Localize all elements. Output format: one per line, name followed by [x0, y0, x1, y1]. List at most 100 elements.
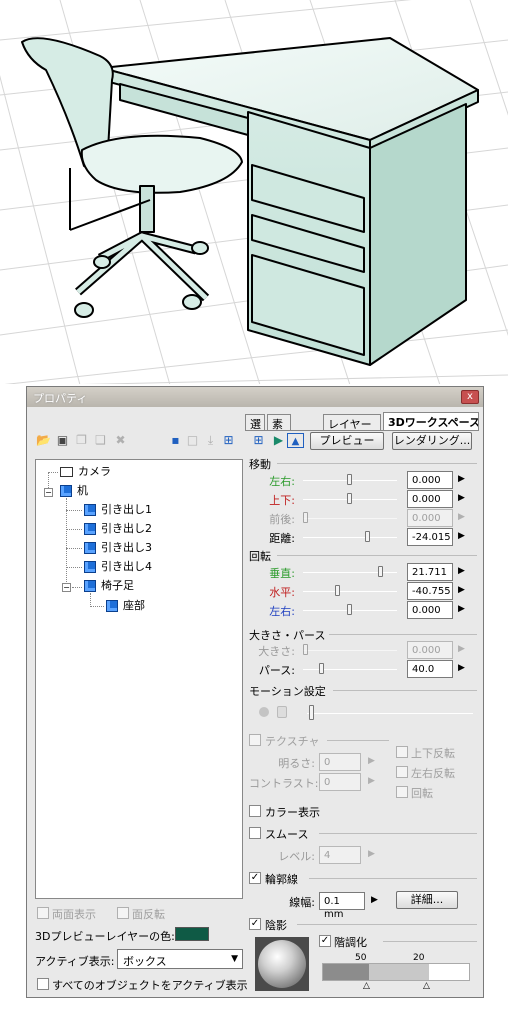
- move-fb-input[interactable]: 0.000: [407, 509, 453, 527]
- close-button[interactable]: x: [461, 390, 479, 404]
- tree-node-camera[interactable]: カメラ: [60, 464, 111, 480]
- save-icon[interactable]: ▣: [55, 433, 70, 448]
- backface-checkbox[interactable]: [37, 907, 49, 919]
- move-lr-input[interactable]: 0.000: [407, 471, 453, 489]
- tree-line: [66, 548, 82, 549]
- smooth-level-arrow-icon[interactable]: ▶: [368, 849, 376, 859]
- move-ud-input[interactable]: 0.000: [407, 490, 453, 508]
- outline-width-input[interactable]: 0.1 mm: [319, 892, 365, 920]
- layer-color-label: 3Dプレビューレイヤーの色:: [35, 930, 175, 943]
- preview-button[interactable]: プレビュー: [310, 432, 384, 450]
- tab-layer[interactable]: レイヤー: [323, 414, 381, 431]
- move-fb-slider[interactable]: [303, 518, 397, 519]
- tree-node-drawer1[interactable]: 引き出し1: [84, 502, 152, 518]
- motion-thumb[interactable]: [309, 705, 314, 720]
- page-icon[interactable]: □: [185, 433, 200, 448]
- active-display-select[interactable]: ボックス ▼: [117, 949, 243, 969]
- size-slider[interactable]: [303, 650, 397, 651]
- flip-vertical-checkbox[interactable]: [396, 746, 408, 758]
- perspective-slider[interactable]: [303, 669, 397, 670]
- rotate-lr-thumb[interactable]: [347, 604, 352, 615]
- flip-face-checkbox[interactable]: [117, 907, 129, 919]
- tone-dark: [323, 964, 369, 980]
- move-ud-thumb[interactable]: [347, 493, 352, 504]
- size-input[interactable]: 0.000: [407, 641, 453, 659]
- tab-3d-workspace[interactable]: 3Dワークスペース: [383, 412, 479, 431]
- rotate-h-thumb[interactable]: [335, 585, 340, 596]
- rotate-lr-input[interactable]: 0.000: [407, 601, 453, 619]
- move-dist-slider[interactable]: [303, 537, 397, 538]
- move-dist-input[interactable]: -24.015: [407, 528, 453, 546]
- rotate-texture-checkbox[interactable]: [396, 786, 408, 798]
- tone-bar[interactable]: [322, 963, 470, 981]
- 3d-viewport[interactable]: [0, 0, 508, 384]
- brightness-input[interactable]: 0: [319, 753, 361, 771]
- copy-icon[interactable]: ❐: [74, 433, 89, 448]
- rotate-v-arrow-icon[interactable]: ▶: [458, 566, 466, 576]
- texture-checkbox[interactable]: [249, 734, 261, 746]
- flip-horizontal-checkbox[interactable]: [396, 766, 408, 778]
- paste-icon[interactable]: ❑: [93, 433, 108, 448]
- tone-handle-1-icon[interactable]: △: [363, 981, 370, 991]
- record-icon[interactable]: [259, 707, 269, 717]
- perspective-input[interactable]: 40.0: [407, 660, 453, 678]
- perspective-thumb[interactable]: [319, 663, 324, 674]
- title-bar[interactable]: プロパティ x: [27, 387, 483, 407]
- outline-checkbox[interactable]: ✓: [249, 872, 261, 884]
- rotate-v-thumb[interactable]: [378, 566, 383, 577]
- rotate-h-input[interactable]: -40.755: [407, 582, 453, 600]
- tab-divider: [245, 430, 479, 431]
- rotate-lr-arrow-icon[interactable]: ▶: [458, 604, 466, 614]
- contrast-input[interactable]: 0: [319, 773, 361, 791]
- collapse-toggle-chair-base[interactable]: −: [62, 583, 71, 592]
- play-icon[interactable]: ▶: [271, 433, 286, 448]
- shadow-checkbox[interactable]: ✓: [249, 918, 261, 930]
- move-dist-arrow-icon[interactable]: ▶: [458, 531, 466, 541]
- layer-color-swatch[interactable]: [175, 927, 209, 941]
- tree-node-drawer4[interactable]: 引き出し4: [84, 559, 152, 575]
- point-icon[interactable]: ▪: [168, 433, 183, 448]
- size-thumb[interactable]: [303, 644, 308, 655]
- tree-node-drawer3[interactable]: 引き出し3: [84, 540, 152, 556]
- move-dist-thumb[interactable]: [365, 531, 370, 542]
- contrast-arrow-icon[interactable]: ▶: [368, 776, 376, 786]
- outline-width-arrow-icon[interactable]: ▶: [371, 895, 379, 905]
- brightness-arrow-icon[interactable]: ▶: [368, 756, 376, 766]
- move-lr-arrow-icon[interactable]: ▶: [458, 474, 466, 484]
- size-arrow-icon[interactable]: ▶: [458, 644, 466, 654]
- move-lr-thumb[interactable]: [347, 474, 352, 485]
- tab-material[interactable]: 素: [267, 414, 291, 431]
- grid2-icon[interactable]: ⊞: [251, 433, 266, 448]
- smooth-level-input[interactable]: 4: [319, 846, 361, 864]
- color-display-checkbox[interactable]: [249, 805, 261, 817]
- contrast-label: コントラスト:: [249, 777, 319, 790]
- perspective-arrow-icon[interactable]: ▶: [458, 663, 466, 673]
- all-active-checkbox[interactable]: [37, 978, 49, 990]
- collapse-toggle-desk[interactable]: −: [44, 488, 53, 497]
- tree-node-drawer2[interactable]: 引き出し2: [84, 521, 152, 537]
- trash-icon[interactable]: ✖: [113, 433, 128, 448]
- move-fb-thumb[interactable]: [303, 512, 308, 523]
- rotate-v-input[interactable]: 21.711: [407, 563, 453, 581]
- camera-mode-icon[interactable]: ▲: [287, 433, 304, 448]
- rotate-h-arrow-icon[interactable]: ▶: [458, 585, 466, 595]
- tone-handle-2-icon[interactable]: △: [423, 981, 430, 991]
- rotate-h-slider[interactable]: [303, 591, 397, 592]
- smooth-checkbox[interactable]: [249, 827, 261, 839]
- render-button[interactable]: レンダリング...: [392, 432, 472, 450]
- floor-icon[interactable]: ⤓: [203, 433, 218, 448]
- move-ud-arrow-icon[interactable]: ▶: [458, 493, 466, 503]
- tree-node-chair-base[interactable]: 椅子足: [84, 578, 134, 594]
- tree-node-desk[interactable]: 机: [60, 483, 88, 499]
- open-icon[interactable]: 📂: [36, 433, 51, 448]
- motion-slider[interactable]: [307, 713, 473, 714]
- motion-delete-icon[interactable]: [277, 706, 287, 718]
- move-fb-arrow-icon[interactable]: ▶: [458, 512, 466, 522]
- outline-detail-button[interactable]: 詳細...: [396, 891, 458, 909]
- object-tree[interactable]: カメラ − 机 引き出し1 引き出し2 引き出し3 引き出し4 − 椅子足 座部: [35, 459, 243, 899]
- tree-node-seat[interactable]: 座部: [106, 598, 145, 614]
- grid-icon[interactable]: ⊞: [221, 433, 236, 448]
- active-display-label: アクティブ表示:: [35, 955, 115, 968]
- gradation-checkbox[interactable]: ✓: [319, 935, 331, 947]
- tab-select[interactable]: 選: [245, 414, 265, 431]
